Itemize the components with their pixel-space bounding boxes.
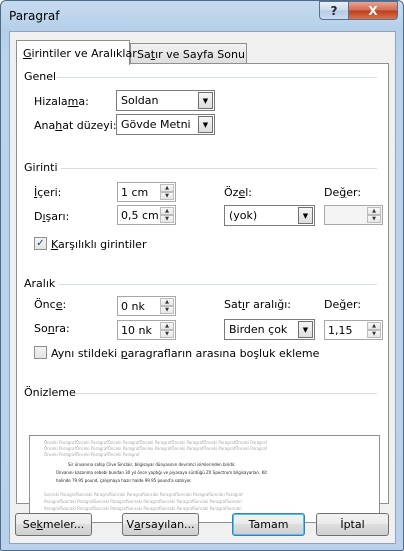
- tab-line-page-breaks[interactable]: Sa t ır ve Sayfa Sonu: [130, 43, 247, 64]
- mirror-indents-label: Karşılıklı girintiler: [51, 238, 147, 251]
- spin-up-icon[interactable]: ▲: [367, 322, 381, 330]
- preview-next-line: ParagrafSonraki ParagrafSonraki Paragraf…: [44, 499, 242, 504]
- spacing-after-stepper[interactable]: 10 nk ▲ ▼: [117, 320, 176, 340]
- window-title: Paragraf: [9, 9, 60, 23]
- no-space-same-style-checkbox[interactable]: [34, 346, 47, 359]
- indent-separator: [61, 168, 377, 169]
- preview-paragraph-line: Sir ünvanına sahip Clive Sinclair, bilgi…: [68, 462, 236, 467]
- help-icon: ?: [330, 3, 338, 18]
- spacing-before-stepper[interactable]: 0 nk ▲ ▼: [117, 296, 176, 316]
- mirror-indents-checkbox[interactable]: ✓: [34, 237, 47, 250]
- spacing-value-label: Değer:: [324, 298, 362, 311]
- spacing-after-label: Sonra:: [34, 322, 70, 335]
- cancel-button[interactable]: İptal: [316, 513, 389, 536]
- alignment-label: Hizalama:: [34, 95, 89, 108]
- tab-page: Genel Hizalama: Soldan ▼ Anahat düzeyi: …: [16, 63, 389, 523]
- spin-up-icon[interactable]: ▲: [367, 207, 381, 215]
- special-indent-label: Özel:: [224, 186, 252, 199]
- spin-down-icon[interactable]: ▼: [367, 330, 381, 338]
- inner-indent-stepper[interactable]: 1 cm ▲ ▼: [117, 182, 176, 202]
- spacing-separator: [59, 284, 377, 285]
- outline-level-label: Anahat düzeyi:: [34, 119, 117, 132]
- inner-indent-label: İçeri:: [34, 186, 62, 199]
- help-button[interactable]: ?: [319, 1, 349, 20]
- no-space-same-style-label: Aynı stildeki paragrafların arasına boşl…: [51, 347, 320, 360]
- spin-down-icon[interactable]: ▼: [160, 192, 174, 200]
- close-icon: X: [368, 3, 378, 18]
- preview-next-line: ParagrafSonraki ParagrafSonraki Paragraf…: [44, 506, 242, 511]
- preview-paragraph-line: halinde 79.95 pound, çalışmaya hazır hal…: [56, 478, 192, 483]
- spin-down-icon[interactable]: ▼: [160, 306, 174, 314]
- chevron-down-icon: ▼: [298, 207, 313, 224]
- general-heading: Genel: [24, 70, 57, 83]
- preview-paragraph-line: Ünvanını kazanma sebebi bundan 30 yıl ön…: [56, 470, 268, 475]
- dialog-body: Girintiler ve Aralıklar Sa t ır ve Sayfa S…: [9, 31, 396, 544]
- spacing-before-label: Önce:: [34, 298, 67, 311]
- spin-down-icon[interactable]: ▼: [367, 215, 381, 223]
- line-spacing-label: Satır aralığı:: [224, 298, 291, 311]
- general-separator: [57, 77, 377, 78]
- spin-up-icon[interactable]: ▲: [160, 322, 174, 330]
- outer-indent-label: Dışarı:: [34, 210, 70, 223]
- tabs-button[interactable]: Se k meler...: [15, 513, 92, 536]
- paragraph-preview: Önceki ParagrafÖnceki ParagrafÖnceki Par…: [29, 435, 380, 523]
- close-button[interactable]: X: [348, 1, 398, 20]
- spin-down-icon[interactable]: ▼: [160, 215, 174, 223]
- tab-indents-spacing[interactable]: Girintiler ve Aralıklar: [16, 40, 137, 65]
- indent-value-stepper[interactable]: ▲ ▼: [324, 205, 383, 225]
- special-indent-select[interactable]: (yok) ▼: [224, 205, 315, 226]
- spin-up-icon[interactable]: ▲: [160, 184, 174, 192]
- spin-down-icon[interactable]: ▼: [160, 330, 174, 338]
- preview-heading: Önizleme: [24, 386, 76, 399]
- spacing-value-stepper[interactable]: 1,15 ▲ ▼: [324, 320, 383, 340]
- outline-level-select[interactable]: Gövde Metni ▼: [116, 114, 215, 135]
- chevron-down-icon: ▼: [198, 116, 213, 133]
- spin-up-icon[interactable]: ▲: [160, 298, 174, 306]
- spin-up-icon[interactable]: ▲: [160, 207, 174, 215]
- outer-indent-stepper[interactable]: 0,5 cm ▲ ▼: [117, 205, 176, 225]
- preview-next-line: Sonraki ParagrafSonraki ParagrafSonraki …: [44, 492, 243, 497]
- preview-previous-line: Önceki ParagrafÖnceki ParagrafÖnceki Par…: [44, 452, 140, 457]
- set-default-button[interactable]: Va rsayılan...: [122, 513, 199, 536]
- alignment-select[interactable]: Soldan ▼: [116, 90, 215, 111]
- chevron-down-icon: ▼: [298, 321, 313, 338]
- line-spacing-select[interactable]: Birden çok ▼: [224, 319, 315, 340]
- paragraph-dialog: Paragraf ? X Girintiler ve Aralıklar Sa t…: [0, 0, 404, 551]
- ok-button[interactable]: Tamam: [232, 513, 305, 536]
- preview-separator: [75, 393, 377, 394]
- indent-heading: Girinti: [24, 161, 58, 174]
- spacing-heading: Aralık: [24, 277, 56, 290]
- chevron-down-icon: ▼: [198, 92, 213, 109]
- indent-value-label: Değer:: [324, 186, 362, 199]
